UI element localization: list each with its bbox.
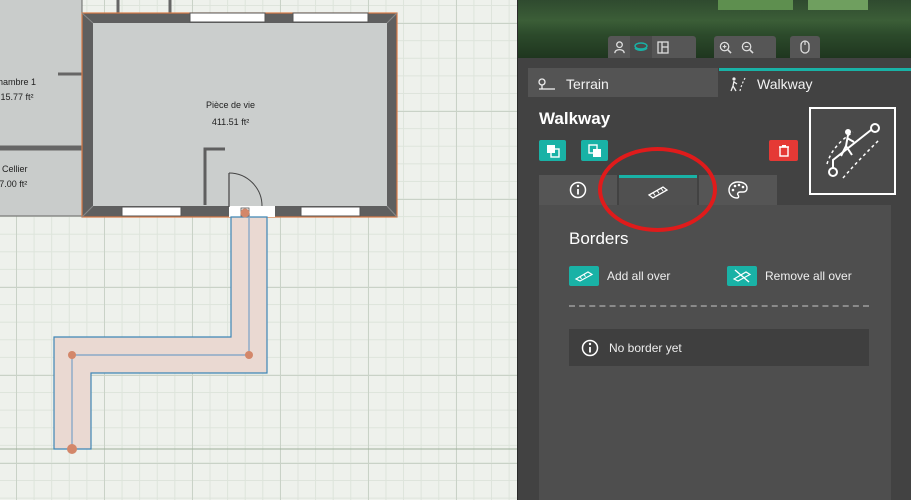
tab-walkway[interactable]: Walkway [719, 68, 911, 97]
window-bottom[interactable] [121, 206, 182, 217]
walkway-icon [730, 77, 746, 92]
room-area: 15.77 ft² [0, 92, 34, 102]
remove-border-icon [727, 266, 757, 286]
main-tabs: Terrain Walkway [528, 68, 911, 97]
info-icon [581, 339, 599, 356]
info-icon [569, 181, 587, 199]
layers-view-icon[interactable] [630, 36, 652, 58]
window-top[interactable] [189, 12, 266, 23]
floorplan-svg [0, 0, 517, 454]
room-area: 67.00 ft² [0, 179, 28, 189]
tab-walkway-label: Walkway [757, 76, 813, 92]
window-top[interactable] [292, 12, 369, 23]
bring-front-icon [546, 144, 560, 158]
plan-view-icon[interactable] [652, 36, 674, 58]
mouse-toolbar [790, 36, 820, 58]
zoom-in-icon[interactable] [714, 36, 736, 58]
floorplan-canvas[interactable]: hambre 1 15.77 ft² Cellier 67.00 ft² Piè… [0, 0, 517, 500]
room-name: Cellier [2, 164, 28, 174]
window-bottom[interactable] [300, 206, 361, 217]
remove-all-label: Remove all over [765, 269, 852, 283]
add-all-borders-button[interactable]: Add all over [569, 266, 670, 286]
subtab-info[interactable] [539, 175, 617, 205]
room-name: Pièce de vie [206, 100, 256, 110]
trash-icon [778, 145, 789, 157]
borders-panel: Borders Add all over Remove all over No … [539, 205, 891, 500]
room-label-chambre: hambre 1 15.77 ft² [0, 77, 36, 102]
terrain-icon [538, 78, 555, 90]
room-label-piece: Pièce de vie 411.51 ft² [206, 100, 255, 127]
mouse-icon[interactable] [790, 36, 820, 58]
border-icon [647, 185, 669, 199]
tab-terrain-label: Terrain [566, 76, 609, 92]
walkway-node[interactable] [245, 351, 253, 359]
divider [569, 305, 869, 307]
room-name: hambre 1 [0, 77, 37, 87]
walkway-thumbnail [809, 107, 896, 195]
empty-borders-text: No border yet [609, 340, 682, 355]
object-title: Walkway [539, 109, 611, 128]
subtab-appearance[interactable] [699, 175, 777, 205]
add-border-icon [569, 266, 599, 286]
zoom-toolbar [714, 36, 776, 58]
subtab-borders[interactable] [619, 175, 697, 205]
door-opening[interactable] [229, 206, 275, 217]
bring-to-front-button[interactable] [539, 140, 566, 161]
properties-panel: Terrain Walkway Walkway Borders Add all … [517, 0, 911, 500]
tab-terrain[interactable]: Terrain [528, 68, 718, 97]
walkway-node[interactable] [67, 444, 77, 454]
send-back-icon [587, 143, 601, 157]
remove-all-borders-button[interactable]: Remove all over [727, 266, 852, 286]
add-all-label: Add all over [607, 269, 671, 283]
walkway-node[interactable] [240, 208, 250, 218]
grass-stripe [718, 0, 793, 10]
person-view-icon[interactable] [608, 36, 630, 58]
room-area: 411.51 ft² [211, 117, 250, 127]
sub-tabs [539, 175, 779, 205]
walkway-node[interactable] [68, 351, 76, 359]
walkway-path-icon [825, 123, 880, 179]
zoom-out-icon[interactable] [736, 36, 758, 58]
room-label-cellier: Cellier 67.00 ft² [0, 164, 28, 189]
delete-button[interactable] [769, 140, 798, 161]
empty-borders-notice: No border yet [569, 329, 869, 366]
send-to-back-button[interactable] [581, 140, 608, 161]
walkway-path [71, 213, 250, 449]
palette-icon [728, 181, 748, 199]
borders-title: Borders [569, 229, 629, 248]
walkway-shape[interactable] [53, 216, 268, 450]
grass-stripe [808, 0, 868, 10]
view-mode-toolbar [608, 36, 696, 58]
